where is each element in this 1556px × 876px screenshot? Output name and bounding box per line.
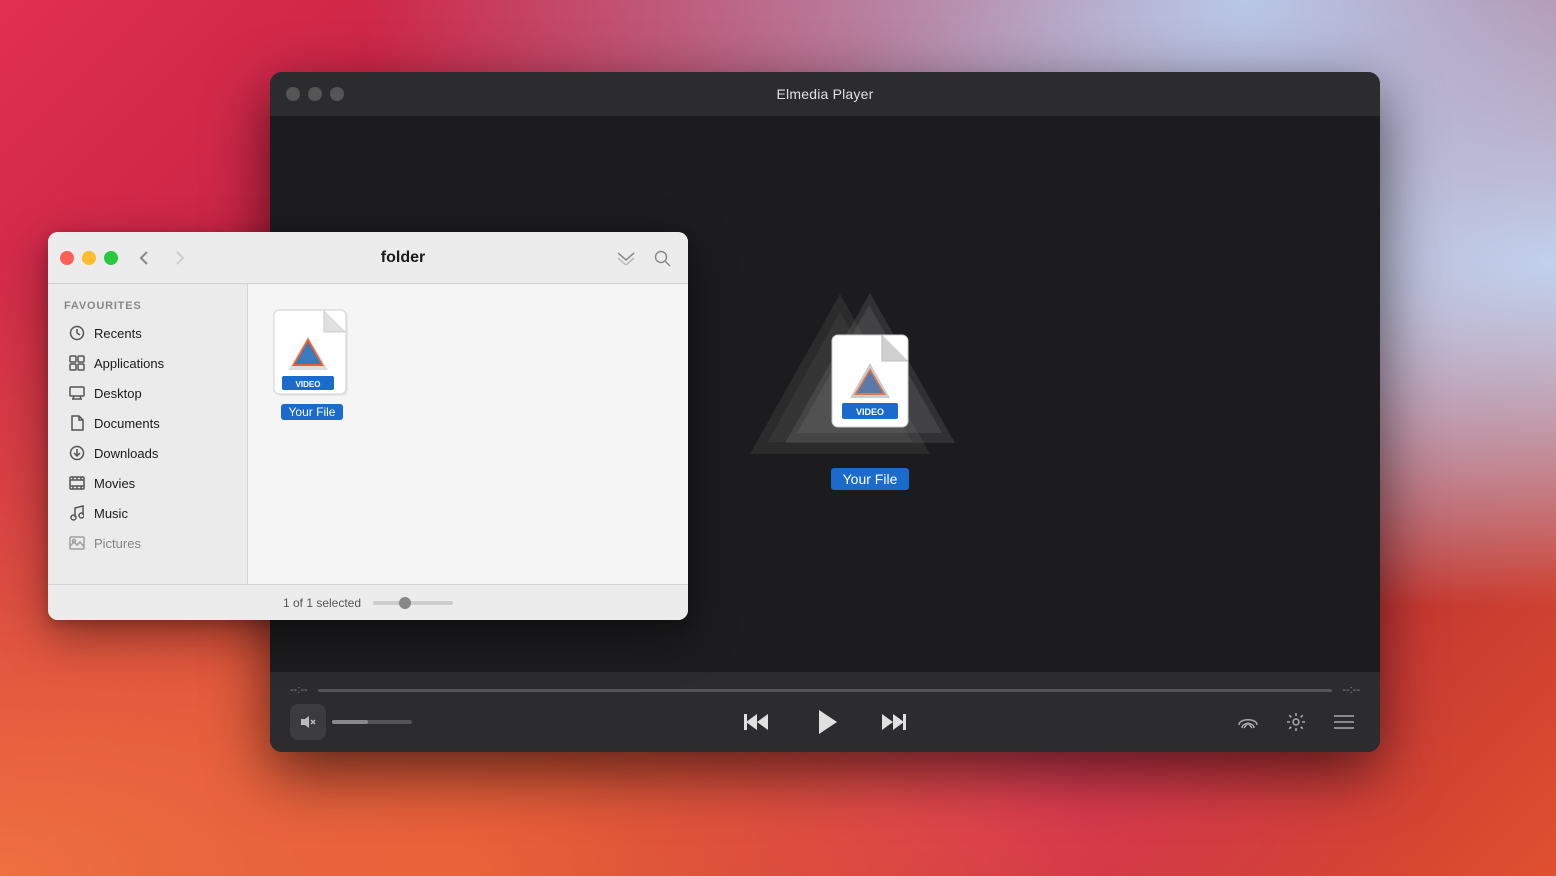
sidebar-item-documents[interactable]: Documents: [52, 408, 243, 438]
documents-icon: [68, 414, 86, 432]
sidebar-label-documents: Documents: [94, 416, 160, 431]
finder-traffic-lights: [60, 251, 118, 265]
finder-minimize-button[interactable]: [82, 251, 96, 265]
finder-titlebar: folder: [48, 232, 688, 284]
progress-track[interactable]: [318, 689, 1333, 692]
sidebar-item-applications[interactable]: Applications: [52, 348, 243, 378]
finder-search-button[interactable]: [648, 244, 676, 272]
player-controls-bar: --:-- --:--: [270, 672, 1380, 752]
applications-icon: [68, 354, 86, 372]
finder-sidebar: Favourites Recents: [48, 284, 248, 584]
volume-group: [290, 704, 412, 740]
player-maximize-button[interactable]: [330, 87, 344, 101]
desktop-icon: [68, 384, 86, 402]
finder-forward-button[interactable]: [166, 244, 194, 272]
time-end: --:--: [1342, 684, 1360, 696]
sidebar-item-downloads[interactable]: Downloads: [52, 438, 243, 468]
sidebar-label-pictures: Pictures: [94, 536, 141, 551]
finder-main: VIDEO Your File: [248, 284, 688, 584]
finder-maximize-button[interactable]: [104, 251, 118, 265]
svg-text:VIDEO: VIDEO: [296, 380, 321, 389]
zoom-thumb: [399, 597, 411, 609]
controls-row: [270, 704, 1380, 740]
previous-button[interactable]: [737, 702, 777, 742]
downloads-icon: [68, 444, 86, 462]
right-controls: [1232, 706, 1360, 738]
player-minimize-button[interactable]: [308, 87, 322, 101]
file-item-label: Your File: [281, 404, 344, 420]
player-title: Elmedia Player: [777, 86, 874, 102]
finder-window: folder Favourites: [48, 232, 688, 620]
pictures-icon: [68, 534, 86, 552]
finder-body: Favourites Recents: [48, 284, 688, 584]
finder-back-button[interactable]: [130, 244, 158, 272]
sidebar-item-desktop[interactable]: Desktop: [52, 378, 243, 408]
play-button[interactable]: [801, 698, 849, 746]
file-item[interactable]: VIDEO Your File: [264, 300, 360, 428]
sidebar-section-label: Favourites: [48, 296, 247, 318]
sidebar-label-downloads: Downloads: [94, 446, 158, 461]
sidebar-item-recents[interactable]: Recents: [52, 318, 243, 348]
player-traffic-lights: [286, 87, 344, 101]
clock-icon: [68, 324, 86, 342]
playlist-button[interactable]: [1328, 706, 1360, 738]
sidebar-label-desktop: Desktop: [94, 386, 142, 401]
settings-button[interactable]: [1280, 706, 1312, 738]
airplay-button[interactable]: [1232, 706, 1264, 738]
sidebar-label-recents: Recents: [94, 326, 142, 341]
finder-files: VIDEO Your File: [264, 300, 672, 568]
file-icon: VIDEO: [272, 308, 352, 398]
playback-controls: [737, 698, 913, 746]
finder-close-button[interactable]: [60, 251, 74, 265]
finder-nav-icons: [612, 244, 676, 272]
svg-text:VIDEO: VIDEO: [856, 407, 884, 417]
progress-bar-container: --:-- --:--: [270, 684, 1380, 696]
player-file-label: Your File: [831, 468, 910, 490]
player-file-display: VIDEO Your File: [790, 298, 950, 490]
sidebar-label-applications: Applications: [94, 356, 164, 371]
sidebar-label-music: Music: [94, 506, 128, 521]
sidebar-item-music[interactable]: Music: [52, 498, 243, 528]
music-icon: [68, 504, 86, 522]
time-start: --:--: [290, 684, 308, 696]
volume-slider[interactable]: [332, 720, 412, 724]
player-close-button[interactable]: [286, 87, 300, 101]
zoom-slider[interactable]: [373, 601, 453, 605]
next-button[interactable]: [873, 702, 913, 742]
sidebar-label-movies: Movies: [94, 476, 135, 491]
movies-icon: [68, 474, 86, 492]
sidebar-item-movies[interactable]: Movies: [52, 468, 243, 498]
finder-location: folder: [202, 249, 604, 267]
volume-button[interactable]: [290, 704, 326, 740]
finder-more-button[interactable]: [612, 244, 640, 272]
selected-count: 1 of 1 selected: [283, 596, 361, 610]
player-titlebar: Elmedia Player: [270, 72, 1380, 116]
sidebar-item-pictures[interactable]: Pictures: [52, 528, 243, 558]
finder-statusbar: 1 of 1 selected: [48, 584, 688, 620]
